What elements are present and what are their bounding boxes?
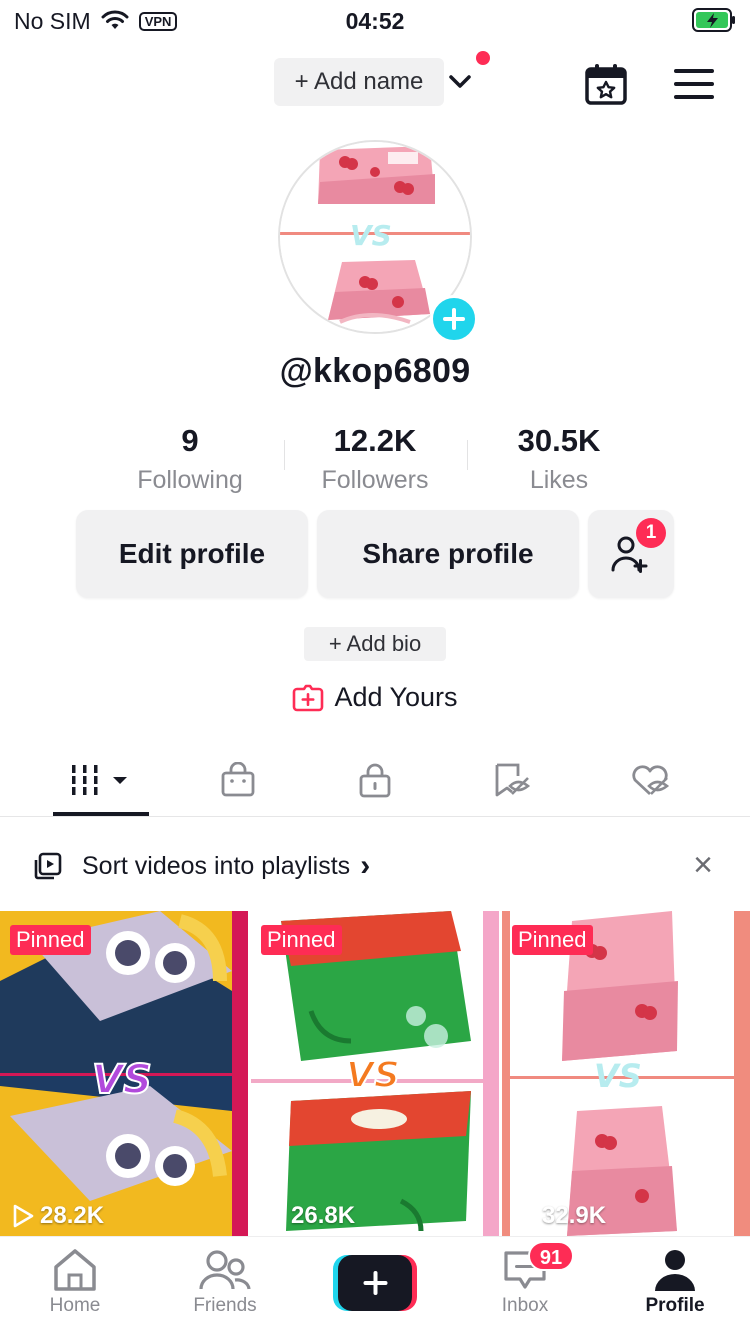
chevron-down-icon[interactable] <box>446 68 474 96</box>
bookmark-hidden-icon <box>495 763 531 797</box>
view-count-text: 26.8K <box>291 1202 356 1229</box>
add-bio-button[interactable]: + Add bio <box>304 627 446 661</box>
plus-icon <box>443 308 465 330</box>
vpn-badge: VPN <box>138 11 178 31</box>
nav-friends[interactable]: Friends <box>170 1247 280 1327</box>
chevron-right-icon: › <box>360 849 371 882</box>
svg-text:VS: VS <box>350 219 392 252</box>
inbox-badge: 91 <box>528 1241 574 1271</box>
playlist-banner-text: Sort videos into playlists <box>82 851 351 880</box>
likes-count: 30.5K <box>517 423 601 458</box>
view-count-text: 32.9K <box>542 1202 607 1229</box>
grid-icon <box>72 765 127 795</box>
add-yours-icon <box>293 684 324 712</box>
add-yours-link[interactable]: Add Yours <box>0 678 750 716</box>
svg-text:VS: VS <box>594 1057 642 1095</box>
notification-dot <box>476 51 490 65</box>
battery-charging-icon <box>692 8 735 32</box>
share-profile-button[interactable]: Share profile <box>317 510 579 598</box>
playlist-banner[interactable]: Sort videos into playlists › <box>0 834 750 898</box>
bottom-navigation: Home Friends Inbox 91 Profile <box>0 1236 750 1334</box>
play-icon <box>264 1204 285 1228</box>
view-count-text: 28.2K <box>40 1202 105 1229</box>
username: @kkop6809 <box>279 352 471 390</box>
svg-text:VS: VS <box>346 1055 400 1096</box>
stat-followers[interactable]: 12.2K Followers <box>285 422 465 500</box>
friends-icon <box>199 1250 251 1290</box>
video-thumbnail-image: VS <box>0 911 248 1236</box>
stat-divider <box>467 440 468 470</box>
calendar-star-icon[interactable] <box>584 62 628 106</box>
carrier-label: No SIM <box>14 7 91 34</box>
tab-videos[interactable] <box>51 752 151 808</box>
shopping-bag-icon <box>221 762 255 797</box>
view-count: 26.8K <box>263 1202 355 1230</box>
pinned-badge: Pinned <box>512 925 593 955</box>
following-label: Following <box>137 466 243 494</box>
wifi-icon <box>101 10 129 29</box>
status-bar-left: No SIM VPN <box>14 6 178 36</box>
friend-request-badge: 1 <box>636 518 666 548</box>
profile-icon <box>655 1250 695 1291</box>
video-thumbnail[interactable]: VS Pinned 26.8K <box>251 911 499 1236</box>
nav-home-label: Home <box>49 1295 101 1316</box>
pinned-badge: Pinned <box>10 925 91 955</box>
video-thumbnail[interactable]: VS Pinned 32.9K <box>502 911 750 1236</box>
nav-friends-label: Friends <box>193 1295 257 1316</box>
home-icon <box>54 1249 96 1291</box>
video-thumbnail-image: VS <box>502 911 750 1236</box>
divider <box>0 816 750 817</box>
followers-count: 12.2K <box>333 423 417 458</box>
svg-text:VS: VS <box>92 1057 152 1103</box>
view-count: 32.9K <box>514 1202 606 1230</box>
video-thumbnail-image: VS <box>251 911 499 1236</box>
tab-reposts[interactable] <box>462 752 562 808</box>
add-yours-label: Add Yours <box>334 681 458 712</box>
stat-likes[interactable]: 30.5K Likes <box>469 422 649 500</box>
nav-profile[interactable]: Profile <box>620 1247 730 1327</box>
likes-label: Likes <box>529 466 589 494</box>
add-avatar-button[interactable] <box>430 295 478 343</box>
play-icon <box>515 1204 536 1228</box>
edit-profile-button[interactable]: Edit profile <box>76 510 308 598</box>
tab-private[interactable] <box>325 752 425 808</box>
add-name-button[interactable]: + Add name <box>274 58 444 106</box>
nav-home[interactable]: Home <box>20 1247 130 1327</box>
tab-shop[interactable] <box>188 752 288 808</box>
view-count: 28.2K <box>12 1202 104 1230</box>
following-count: 9 <box>181 423 199 458</box>
nav-profile-label: Profile <box>645 1295 705 1316</box>
tab-liked[interactable] <box>600 752 700 808</box>
playlist-icon <box>34 852 62 880</box>
nav-inbox-label: Inbox <box>501 1295 549 1316</box>
lock-icon <box>359 763 391 798</box>
followers-label: Followers <box>321 466 429 494</box>
close-banner-button[interactable]: × <box>688 848 718 882</box>
video-thumbnail[interactable]: VS Pinned 28.2K <box>0 911 248 1236</box>
pinned-badge: Pinned <box>261 925 342 955</box>
create-post-button[interactable] <box>333 1255 417 1311</box>
heart-hidden-icon <box>632 765 670 796</box>
play-icon <box>13 1204 34 1228</box>
stat-following[interactable]: 9 Following <box>100 422 280 500</box>
hamburger-menu-icon[interactable] <box>674 66 714 102</box>
